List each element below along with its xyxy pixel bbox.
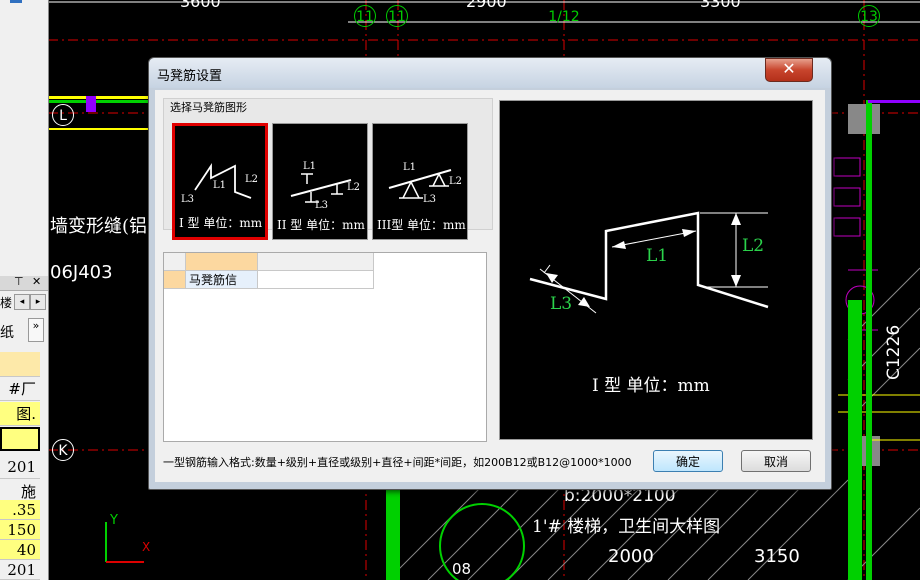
cad-yellow-line	[48, 128, 148, 130]
tab-fragment[interactable]: 楼	[0, 294, 12, 311]
input-format-hint: 一型钢筋输入格式:数量+级别+直径或级别+直径+间距*间距，如200B12或B1…	[163, 456, 632, 469]
panel-header: ⊤ ✕	[0, 275, 48, 291]
cad-dimension: 3300	[700, 0, 741, 11]
shape-option-type-3[interactable]: L1 L2 L3 III型 单位：mm	[372, 123, 468, 240]
cancel-button[interactable]: 取消	[741, 450, 811, 472]
dialog-body: 选择马凳筋图形 L1 L2 L3 I 型 单位：mm L1 L2 L3 II 型…	[155, 90, 825, 482]
cad-magenta-line	[868, 100, 920, 103]
shape-label: L2	[347, 182, 360, 193]
cad-text: 1'# 楼梯，卫生间大样图	[532, 517, 721, 537]
panel-toolbar: 纸 »	[0, 318, 48, 344]
list-item[interactable]: 40	[0, 540, 40, 560]
pin-icon[interactable]: ⊤	[14, 275, 24, 288]
cad-green-column	[848, 300, 862, 580]
shape-caption: II 型 单位：mm	[277, 218, 365, 232]
list-item[interactable]: 201	[0, 455, 40, 479]
shape-caption: I 型 单位：mm	[179, 216, 263, 230]
cad-dimension: 3600	[180, 0, 221, 11]
grid-value-cell[interactable]	[258, 271, 374, 289]
list-item[interactable]: 201	[0, 560, 40, 580]
list-item[interactable]: #厂	[0, 377, 40, 401]
panel-tabs: 楼 ◂ ▸	[0, 292, 48, 312]
close-icon[interactable]: ✕	[32, 275, 41, 288]
cad-text: 墙变形缝(铝	[50, 216, 148, 237]
preview-label: L3	[550, 294, 572, 314]
list-item[interactable]: .35	[0, 500, 40, 520]
tab-fragment[interactable]: 纸	[0, 322, 14, 342]
shape-label: L2	[449, 176, 462, 187]
shape-label: L1	[303, 161, 316, 172]
dialog-titlebar[interactable]: 马凳筋设置 ✕	[149, 58, 831, 88]
cad-text: 06J403	[50, 262, 113, 283]
property-grid[interactable]: 马凳筋信	[163, 252, 487, 442]
shape-label: L2	[245, 174, 258, 185]
cad-green-column	[386, 488, 400, 580]
axis-bubble: L	[52, 104, 74, 126]
preview-label: L2	[742, 236, 764, 256]
chevron-icon[interactable]: »	[28, 318, 44, 342]
close-button[interactable]: ✕	[765, 58, 813, 82]
panel-accent	[10, 0, 22, 3]
cad-dimension: 2000	[608, 546, 654, 567]
cad-green-column	[866, 100, 872, 580]
grid-column-header[interactable]	[258, 253, 374, 271]
panel-top	[0, 0, 48, 44]
shape-label: L3	[423, 194, 436, 205]
grid-corner	[164, 253, 186, 271]
preview-caption: I 型 单位：mm	[592, 376, 710, 396]
axis-bubble: 1/12	[548, 9, 580, 25]
shape-selector-group: 选择马凳筋图形 L1 L2 L3 I 型 单位：mm L1 L2 L3 II 型…	[163, 98, 493, 240]
shape-caption: III型 单位：mm	[377, 218, 466, 232]
axis-bubble: K	[52, 439, 74, 461]
cad-dimension: 2900	[466, 0, 507, 11]
axis-bubble: 11	[386, 5, 408, 27]
dialog-title: 马凳筋设置	[157, 69, 223, 84]
stirrup-chair-dialog: 马凳筋设置 ✕ 选择马凳筋图形 L1 L2 L3 I 型 单位：mm L1 L2…	[148, 57, 832, 490]
axis-bubble: 13	[858, 5, 880, 27]
properties-panel: ⊤ ✕ 楼 ◂ ▸ 纸 » #厂 图. 201 施 .35 150 40 201	[0, 0, 49, 580]
shape-group-label: 选择马凳筋图形	[170, 101, 247, 114]
list-item[interactable]	[0, 427, 40, 451]
nav-left-icon[interactable]: ◂	[14, 294, 30, 310]
ok-button[interactable]: 确定	[653, 450, 723, 472]
shape-label: L3	[181, 194, 194, 205]
cad-text: C1226	[884, 324, 904, 380]
shape-label: L1	[213, 180, 226, 191]
shape-option-type-2[interactable]: L1 L2 L3 II 型 单位：mm	[272, 123, 368, 240]
ucs-y-label: Y	[110, 513, 118, 528]
shape-option-type-1[interactable]: L1 L2 L3 I 型 单位：mm	[172, 123, 268, 240]
grid-row-label[interactable]: 马凳筋信	[186, 271, 258, 289]
cad-magenta-block	[86, 96, 96, 112]
nav-right-icon[interactable]: ▸	[30, 294, 46, 310]
cad-dimension: 3150	[754, 546, 800, 567]
cad-text: 08	[452, 560, 472, 578]
preview-label: L1	[646, 246, 668, 266]
axis-bubble: 11	[354, 5, 376, 27]
shape-label: L1	[403, 162, 416, 173]
ucs-x-label: X	[142, 540, 151, 554]
grid-header	[0, 352, 40, 377]
list-item[interactable]: 150	[0, 520, 40, 540]
shape-label: L3	[315, 200, 328, 211]
shape-preview: L3 L1 L2 I 型 单位：mm	[499, 100, 813, 440]
grid-column-header[interactable]	[186, 253, 258, 271]
close-icon: ✕	[782, 59, 796, 78]
grid-row-header[interactable]	[164, 271, 186, 289]
list-item[interactable]: 图.	[0, 402, 40, 426]
